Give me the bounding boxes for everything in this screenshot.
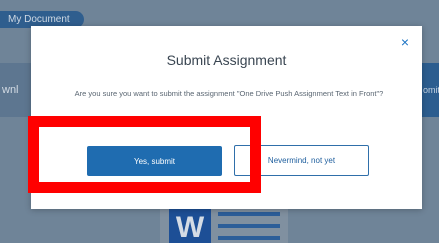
document-lines-icon <box>218 212 280 243</box>
submit-assignment-dialog: × Submit Assignment Are you sure you wan… <box>31 26 422 209</box>
close-icon[interactable]: × <box>397 34 413 50</box>
background-right-button[interactable]: omit <box>420 63 439 117</box>
dialog-title: Submit Assignment <box>166 52 287 68</box>
nevermind-button[interactable]: Nevermind, not yet <box>234 145 369 176</box>
yes-submit-button[interactable]: Yes, submit <box>87 146 222 176</box>
word-doc-icon: W <box>169 208 211 243</box>
dialog-message: Are you sure you want to submit the assi… <box>74 89 384 98</box>
